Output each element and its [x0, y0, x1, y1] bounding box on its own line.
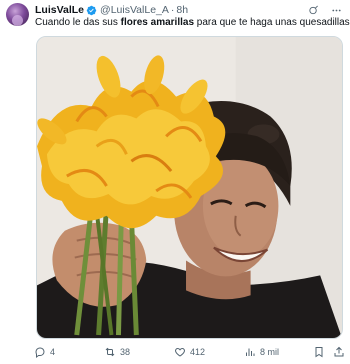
like-button[interactable]: 412 — [174, 344, 205, 360]
reply-count: 4 — [50, 347, 56, 357]
bookmark-icon — [315, 347, 323, 358]
avatar[interactable] — [6, 3, 29, 26]
tweet-time[interactable]: 8h — [176, 3, 188, 17]
separator-dot: · — [170, 4, 175, 16]
grok-icon[interactable] — [308, 5, 319, 16]
retweet-button[interactable]: 38 — [104, 344, 130, 360]
bookmark-button[interactable] — [313, 344, 325, 360]
reply-button[interactable]: 4 — [34, 344, 55, 360]
tweet-header: LuisValLe @LuisValLe_A · 8h — [35, 3, 188, 17]
retweet-icon — [105, 347, 115, 357]
tweet-actions: 4 38 412 8 mil — [34, 344, 346, 360]
tweet-photo[interactable] — [36, 36, 343, 339]
more-icon[interactable] — [331, 5, 342, 16]
share-icon — [334, 346, 344, 357]
author-name[interactable]: LuisValLe — [35, 3, 84, 17]
tweet-text: Cuando le das sus flores amarillas para … — [35, 16, 350, 29]
tweet[interactable]: LuisValLe @LuisValLe_A · 8h Cuando le da… — [0, 0, 350, 364]
tweet-text-start: Cuando le das sus — [35, 17, 121, 28]
author-handle[interactable]: @LuisValLe_A — [100, 3, 169, 17]
tweet-text-bold: flores amarillas — [120, 17, 194, 28]
share-button[interactable] — [333, 344, 345, 360]
verified-badge-icon — [86, 5, 97, 15]
views-count: 8 mil — [260, 347, 280, 357]
views-button[interactable]: 8 mil — [244, 344, 279, 360]
reply-icon — [35, 347, 45, 358]
tweet-text-end: para que te haga unas quesadillas — [194, 17, 350, 28]
heart-icon — [175, 347, 185, 357]
retweet-count: 38 — [120, 347, 131, 357]
like-count: 412 — [190, 347, 206, 357]
views-icon — [246, 348, 255, 356]
tweet-top-actions — [308, 3, 342, 17]
